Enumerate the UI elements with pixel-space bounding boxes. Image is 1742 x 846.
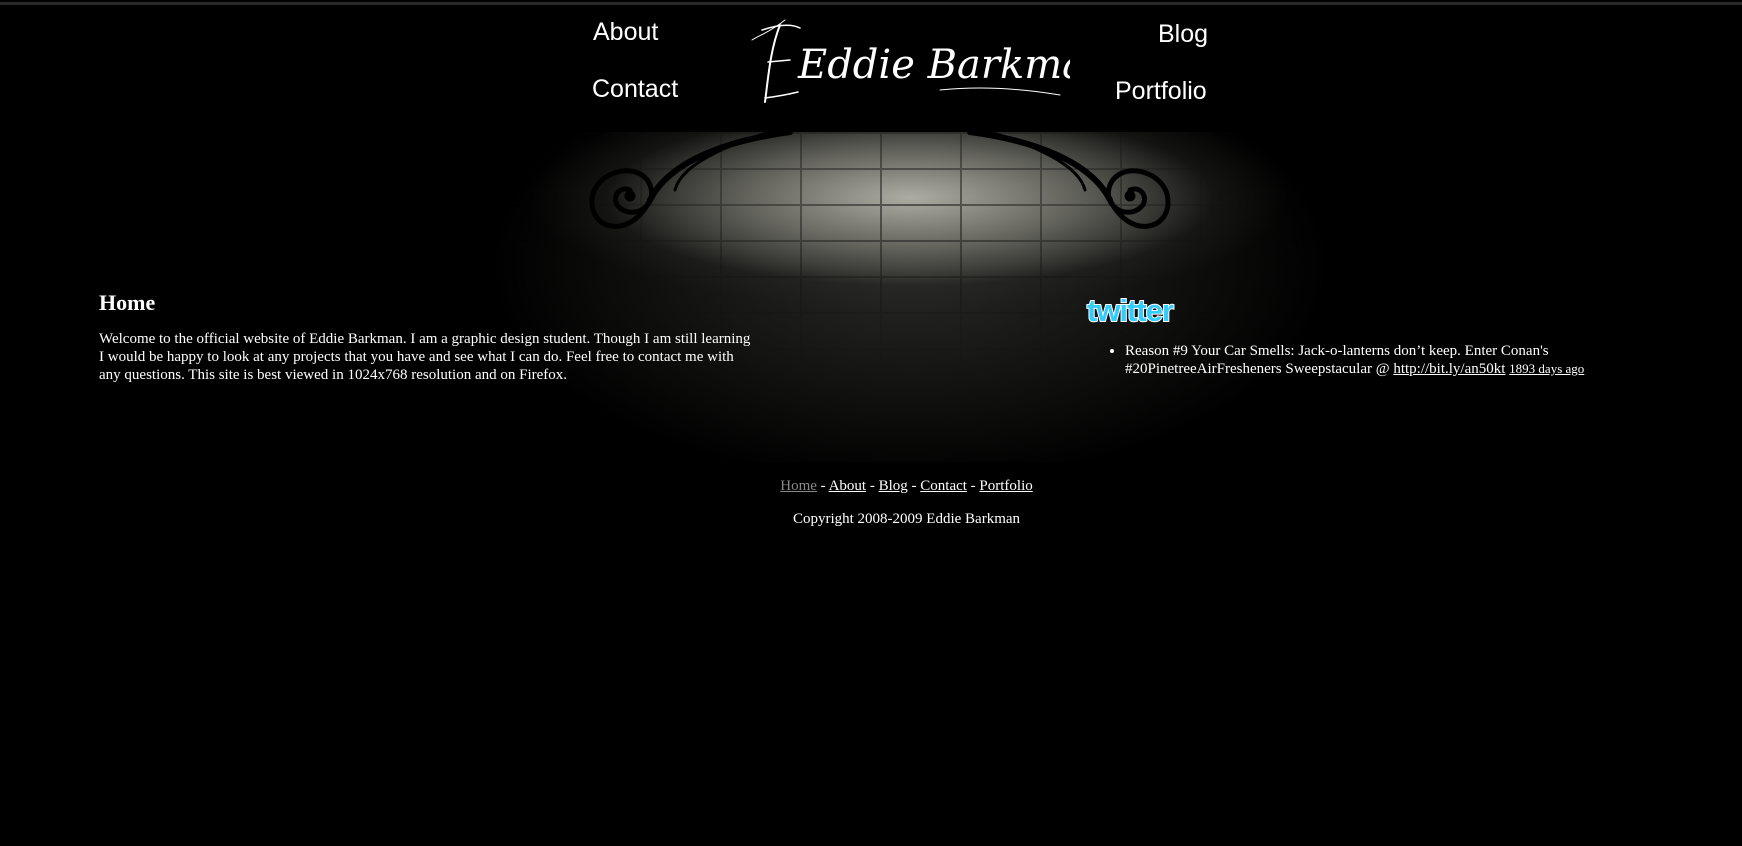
- nav-blog[interactable]: Blog: [1158, 20, 1208, 49]
- welcome-text: Welcome to the official website of Eddie…: [99, 331, 751, 383]
- nav-about[interactable]: About: [593, 18, 658, 47]
- site-logo[interactable]: Eddie Barkman: [740, 10, 1070, 110]
- tweet-timestamp[interactable]: 1893 days ago: [1509, 361, 1584, 376]
- footer: Home - About - Blog - Contact - Portfoli…: [0, 478, 1742, 528]
- footer-link-blog[interactable]: Blog: [879, 478, 908, 494]
- header-banner: Eddie Barkman About Contact Blog Portfol…: [0, 0, 1742, 480]
- footer-link-portfolio[interactable]: Portfolio: [979, 478, 1032, 494]
- tweet-link[interactable]: http://bit.ly/an50kt: [1393, 361, 1505, 377]
- scroll-ornament-icon: [589, 130, 1171, 229]
- logo-text: Eddie Barkman: [797, 42, 1070, 88]
- footer-separator: -: [966, 478, 980, 494]
- twitter-logo-icon: twitter: [1086, 292, 1176, 328]
- footer-separator: -: [816, 478, 829, 494]
- footer-link-contact[interactable]: Contact: [920, 478, 967, 494]
- copyright: Copyright 2008-2009 Eddie Barkman: [792, 511, 1021, 527]
- footer-link-about[interactable]: About: [829, 478, 867, 494]
- footer-link-home[interactable]: Home: [780, 478, 817, 494]
- footer-separator: -: [907, 478, 921, 494]
- twitter-widget: twitter Reason #9 Your Car Smells: Jack-…: [1085, 292, 1645, 378]
- footer-nav: Home - About - Blog - Contact - Portfoli…: [0, 478, 1742, 495]
- main-content: Home Welcome to the official website of …: [99, 290, 759, 384]
- nav-contact[interactable]: Contact: [592, 75, 678, 104]
- tweet-list: Reason #9 Your Car Smells: Jack-o-lanter…: [1085, 342, 1645, 378]
- footer-separator: -: [866, 478, 879, 494]
- nav-portfolio[interactable]: Portfolio: [1115, 77, 1207, 106]
- svg-text:twitter: twitter: [1087, 293, 1174, 328]
- tweet-item: Reason #9 Your Car Smells: Jack-o-lanter…: [1125, 342, 1645, 378]
- page-title: Home: [99, 290, 156, 315]
